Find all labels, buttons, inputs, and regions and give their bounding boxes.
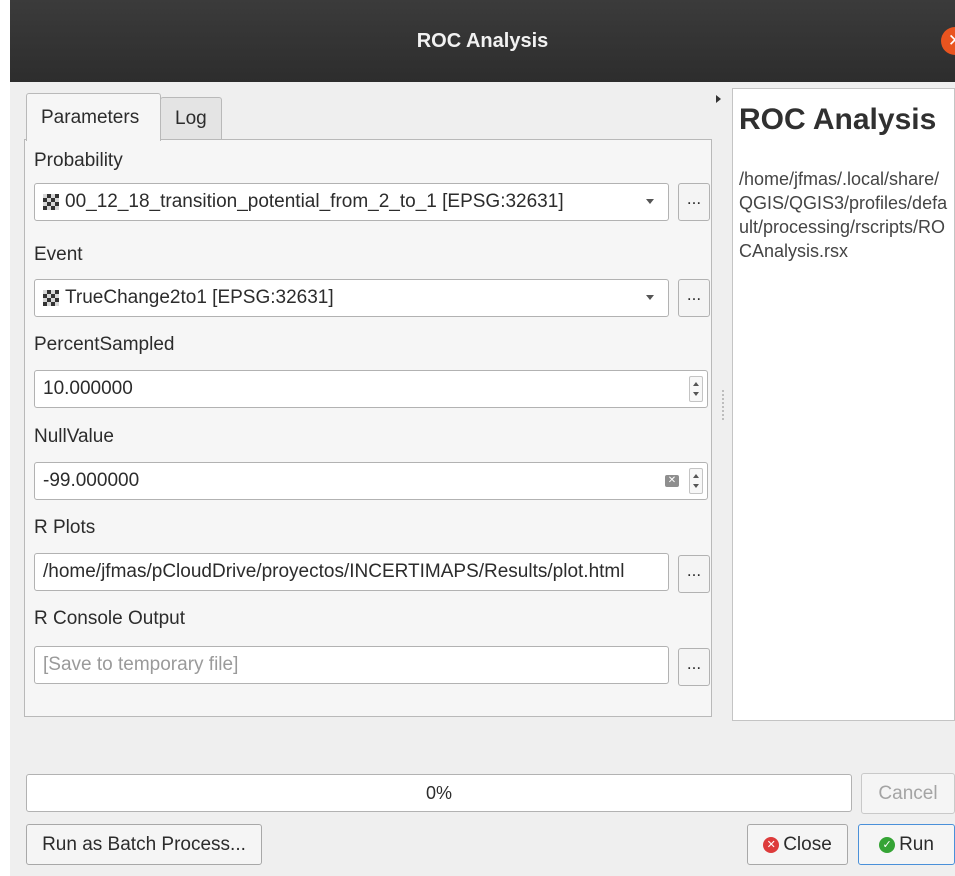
close-icon[interactable]: ✕ bbox=[941, 27, 955, 55]
probability-select[interactable]: 00_12_18_transition_potential_from_2_to_… bbox=[34, 183, 669, 221]
cancel-button-label: Cancel bbox=[878, 782, 938, 804]
event-select[interactable]: TrueChange2to1 [EPSG:32631] bbox=[34, 279, 669, 317]
clear-icon[interactable]: ✕ bbox=[665, 475, 679, 487]
run-as-batch-button[interactable]: Run as Batch Process... bbox=[26, 824, 262, 865]
tab-log-label: Log bbox=[175, 108, 207, 129]
title-bar: ROC Analysis ✕ bbox=[10, 0, 955, 82]
r-plots-input[interactable]: /home/jfmas/pCloudDrive/proyectos/INCERT… bbox=[34, 553, 669, 591]
progress-bar: 0% bbox=[26, 774, 852, 812]
run-button-label: Run bbox=[899, 833, 934, 855]
collapse-arrow-icon[interactable] bbox=[716, 95, 721, 103]
help-panel: ROC Analysis /home/jfmas/.local/share/QG… bbox=[732, 88, 955, 721]
run-as-batch-label: Run as Batch Process... bbox=[42, 833, 246, 855]
r-plots-label: R Plots bbox=[34, 517, 96, 538]
progress-text: 0% bbox=[425, 782, 452, 803]
null-value-label: NullValue bbox=[34, 426, 114, 447]
percent-sampled-value: 10.000000 bbox=[43, 378, 133, 399]
event-browse-button[interactable]: ... bbox=[678, 279, 710, 317]
r-console-output-browse-button[interactable]: ... bbox=[678, 648, 710, 686]
r-plots-value: /home/jfmas/pCloudDrive/proyectos/INCERT… bbox=[43, 561, 625, 582]
r-console-output-input[interactable]: [Save to temporary file] bbox=[34, 646, 669, 684]
r-console-output-placeholder: [Save to temporary file] bbox=[43, 654, 239, 675]
r-console-output-label: R Console Output bbox=[34, 608, 186, 629]
probability-browse-button[interactable]: ... bbox=[678, 183, 710, 221]
chevron-down-icon bbox=[646, 295, 654, 300]
null-value-value: -99.000000 bbox=[43, 470, 140, 491]
tab-parameters-label: Parameters bbox=[41, 106, 140, 128]
probability-label: Probability bbox=[34, 150, 123, 171]
raster-layer-icon bbox=[43, 290, 59, 306]
raster-layer-icon bbox=[43, 194, 59, 210]
tab-log[interactable]: Log bbox=[160, 97, 222, 140]
cancel-button[interactable]: Cancel bbox=[861, 773, 955, 814]
event-label: Event bbox=[34, 244, 83, 265]
close-circle-icon: ✕ bbox=[763, 836, 780, 853]
parameters-panel bbox=[24, 139, 712, 717]
check-circle-icon: ✓ bbox=[879, 836, 896, 853]
splitter-handle[interactable] bbox=[722, 390, 724, 420]
window-title: ROC Analysis bbox=[416, 29, 549, 52]
percent-sampled-input[interactable]: 10.000000 bbox=[34, 370, 708, 408]
r-plots-browse-button[interactable]: ... bbox=[678, 555, 710, 593]
chevron-down-icon bbox=[646, 199, 654, 204]
null-value-input[interactable]: -99.000000 ✕ bbox=[34, 462, 708, 500]
percent-sampled-label: PercentSampled bbox=[34, 334, 175, 355]
roc-analysis-dialog: ROC Analysis ✕ Parameters Log Probabilit… bbox=[10, 0, 955, 876]
help-script-path: /home/jfmas/.local/share/QGIS/QGIS3/prof… bbox=[739, 169, 948, 261]
help-title: ROC Analysis bbox=[739, 103, 937, 136]
spin-arrows-icon[interactable] bbox=[689, 468, 703, 494]
close-button[interactable]: ✕ Close bbox=[747, 824, 848, 865]
close-button-label: Close bbox=[783, 833, 832, 855]
probability-value: 00_12_18_transition_potential_from_2_to_… bbox=[65, 191, 564, 212]
tab-parameters[interactable]: Parameters bbox=[26, 93, 161, 141]
event-value: TrueChange2to1 [EPSG:32631] bbox=[65, 287, 334, 308]
spin-arrows-icon[interactable] bbox=[689, 376, 703, 402]
run-button[interactable]: ✓ Run bbox=[858, 824, 955, 865]
